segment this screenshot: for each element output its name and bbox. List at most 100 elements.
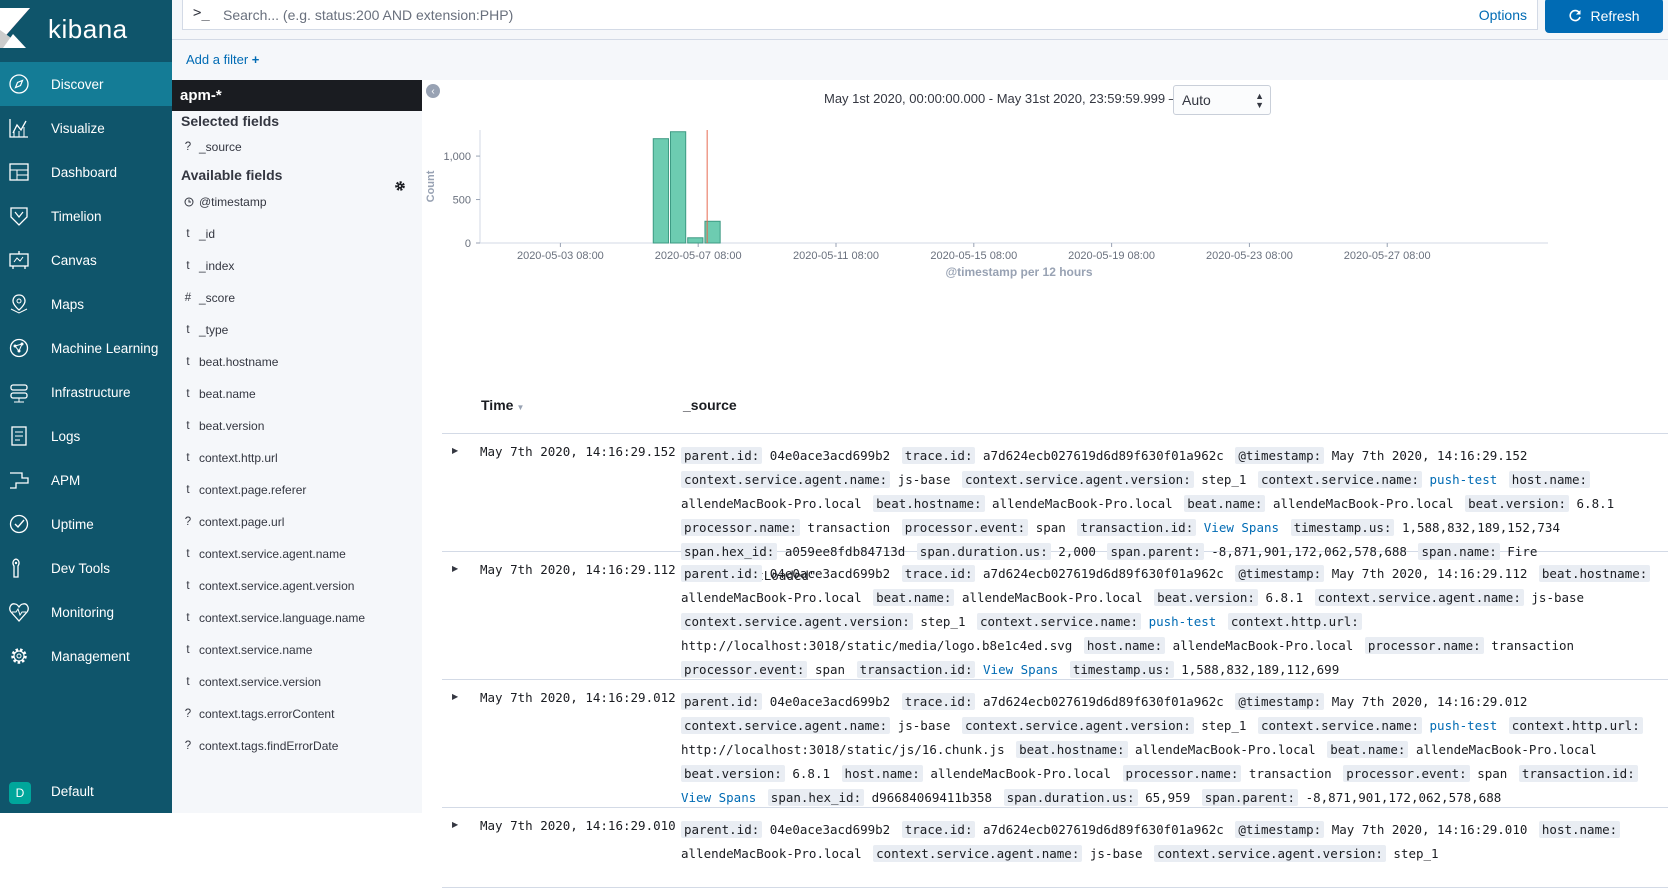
field-item[interactable]: t beat.hostname — [172, 345, 422, 379]
expand-row-icon[interactable]: ▶ — [452, 564, 458, 573]
source-field-value: 6.8.1 — [792, 766, 831, 781]
field-item[interactable]: # _score — [172, 281, 422, 315]
source-field: transaction.id: View Spans — [1077, 519, 1283, 536]
source-field-value: a7d624ecb027619d6d89f630f01a962c — [983, 448, 1224, 463]
source-field-value: May 7th 2020, 14:16:29.012 — [1331, 694, 1528, 709]
add-filter-button[interactable]: Add a filter + — [186, 52, 259, 67]
time-column-header[interactable]: Time ▼ — [481, 397, 524, 413]
nav-item-canvas[interactable]: Canvas — [0, 238, 172, 282]
nav-item-timelion[interactable]: Timelion — [0, 194, 172, 238]
histogram-chart[interactable]: 0 500 1,000 2020-05-03 08:00 2020-05-07 08:0… — [422, 120, 1668, 380]
source-field: processor.event: span — [1343, 765, 1511, 782]
source-field-value: step_1 — [1201, 472, 1247, 487]
source-field-key: beat.hostname: — [1016, 741, 1128, 758]
field-name: context.page.url — [199, 515, 285, 529]
field-item[interactable]: t _type — [172, 313, 422, 347]
source-field: beat.hostname: allendeMacBook-Pro.local — [873, 495, 1177, 512]
table-row[interactable]: ▶ May 7th 2020, 14:16:29.152 parent.id: 04… — [442, 434, 1668, 583]
source-field-key: context.service.name: — [1257, 717, 1422, 734]
field-item[interactable]: t context.service.agent.version — [172, 569, 422, 603]
field-item[interactable]: ? context.tags.errorContent — [172, 697, 422, 731]
table-row[interactable]: ▶ May 7th 2020, 14:16:29.012 parent.id: 04… — [442, 680, 1668, 808]
options-link[interactable]: Options — [1479, 7, 1527, 23]
field-name: context.http.url — [199, 451, 278, 465]
source-field-link[interactable]: push-test — [1149, 614, 1217, 629]
field-item[interactable]: t context.page.referer — [172, 473, 422, 507]
source-field: host.name: allendeMacBook-Pro.local — [841, 765, 1115, 782]
source-field-key: beat.name: — [1327, 741, 1409, 758]
field-item[interactable]: @timestamp — [172, 185, 422, 219]
nav-item-logs[interactable]: Logs — [0, 414, 172, 458]
field-name: _source — [199, 140, 242, 154]
nav-item-visualize[interactable]: Visualize — [0, 106, 172, 150]
side-nav: kibana Discover Visualize Dashboard Timelio… — [0, 0, 172, 813]
source-field-value: allendeMacBook-Pro.local — [1273, 496, 1454, 511]
source-field-value: a7d624ecb027619d6d89f630f01a962c — [983, 566, 1224, 581]
field-item[interactable]: t context.service.agent.name — [172, 537, 422, 571]
field-type-icon: t — [186, 420, 190, 432]
source-field-value: allendeMacBook-Pro.local — [1172, 638, 1354, 653]
select-arrows-icon: ▲ ▼ — [1255, 91, 1264, 110]
source-field-link[interactable]: View Spans — [1204, 520, 1279, 535]
nav-item-apm[interactable]: APM — [0, 458, 172, 502]
source-field-value: js-base — [1531, 590, 1585, 605]
field-item[interactable]: t _id — [172, 217, 422, 251]
nav-item-uptime[interactable]: Uptime — [0, 502, 172, 546]
source-field-key: context.service.agent.version: — [681, 613, 913, 630]
table-row[interactable]: ▶ May 7th 2020, 14:16:29.112 parent.id: 04… — [442, 552, 1668, 680]
source-field-link[interactable]: push-test — [1430, 472, 1498, 487]
source-field-link[interactable]: View Spans — [983, 662, 1058, 677]
source-field: span.hex_id: d96684069411b358 — [767, 789, 996, 806]
source-field-key: trace.id: — [901, 693, 976, 710]
field-item[interactable]: ? context.page.url — [172, 505, 422, 539]
row-time: May 7th 2020, 14:16:29.012 — [480, 690, 676, 705]
search-input[interactable] — [223, 4, 1403, 26]
expand-row-icon[interactable]: ▶ — [452, 446, 458, 455]
source-field-value: 65,959 — [1145, 790, 1191, 805]
source-field-key: parent.id: — [681, 821, 763, 838]
nav-item-machine-learning[interactable]: Machine Learning — [0, 326, 172, 370]
nav-item-discover[interactable]: Discover — [0, 62, 172, 106]
field-item[interactable]: t context.service.language.name — [172, 601, 422, 635]
nav-item-dashboard[interactable]: Dashboard — [0, 150, 172, 194]
space-selector[interactable]: D Default — [0, 770, 172, 813]
field-type-icon: ? — [184, 516, 192, 528]
source-field-value: js-base — [897, 718, 951, 733]
source-field-key: host.name: — [1538, 821, 1621, 838]
collapse-sidebar-icon[interactable]: ‹ — [426, 84, 440, 98]
refresh-button[interactable]: Refresh — [1545, 0, 1663, 33]
kibana-logo[interactable]: kibana — [0, 0, 172, 62]
field-type-icon: t — [186, 580, 190, 592]
query-language-prompt[interactable]: >_ — [193, 5, 210, 21]
nav-item-infrastructure[interactable]: Infrastructure — [0, 370, 172, 414]
field-item[interactable]: ? _source — [172, 130, 422, 164]
field-item[interactable]: t beat.name — [172, 377, 422, 411]
interval-select[interactable]: Auto ▲ ▼ — [1173, 85, 1271, 115]
field-item[interactable]: t context.http.url — [172, 441, 422, 475]
expand-row-icon[interactable]: ▶ — [452, 692, 458, 701]
nav-item-maps[interactable]: Maps — [0, 282, 172, 326]
field-item[interactable]: t context.service.version — [172, 665, 422, 699]
source-field-key: @timestamp: — [1235, 565, 1325, 582]
nav-item-dev-tools[interactable]: Dev Tools — [0, 546, 172, 590]
source-field: span.duration.us: 65,959 — [1003, 789, 1195, 806]
nav-item-label: Maps — [51, 296, 85, 312]
table-row[interactable]: ▶ May 7th 2020, 14:16:29.010 parent.id: 04… — [442, 808, 1668, 888]
nav-item-management[interactable]: Management — [0, 634, 172, 678]
source-field-link[interactable]: push-test — [1430, 718, 1498, 733]
row-source: parent.id: 04e0ace3acd699b2 trace.id: a7… — [681, 562, 1661, 682]
source-field-key: transaction.id: — [856, 661, 976, 678]
source-field: processor.name: transaction — [681, 519, 894, 536]
field-item[interactable]: t beat.version — [172, 409, 422, 443]
source-field-link[interactable]: View Spans — [681, 790, 756, 805]
index-pattern-title[interactable]: apm-* — [172, 80, 422, 111]
nav-item-monitoring[interactable]: Monitoring — [0, 590, 172, 634]
sort-arrow-icon[interactable]: ▼ — [516, 403, 524, 412]
source-field-key: trace.id: — [901, 565, 976, 582]
source-field-value: step_1 — [920, 614, 966, 629]
source-field: beat.version: 6.8.1 — [1465, 495, 1618, 512]
field-item[interactable]: t _index — [172, 249, 422, 283]
field-item[interactable]: ? context.tags.findErrorDate — [172, 729, 422, 763]
field-item[interactable]: t context.service.name — [172, 633, 422, 667]
expand-row-icon[interactable]: ▶ — [452, 820, 458, 829]
